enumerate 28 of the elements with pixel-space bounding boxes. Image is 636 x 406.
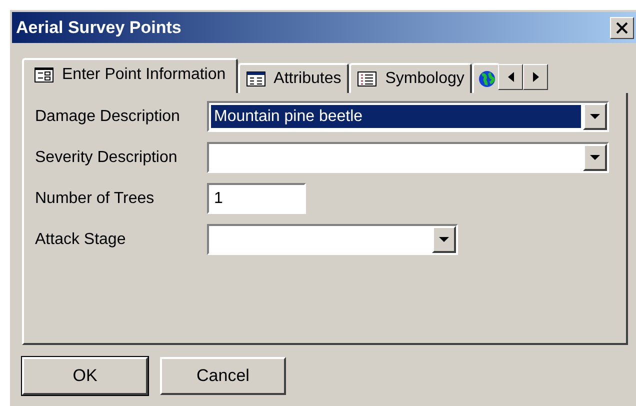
right-arrow-icon [532,72,539,82]
tab[interactable]: Enter Point Information [22,58,238,93]
form-icon [34,66,54,82]
dropdown-arrow-icon [590,114,600,119]
tab[interactable] [472,63,500,93]
table-icon [246,71,266,87]
list-icon [357,71,378,87]
close-icon [616,22,628,34]
dialog-button[interactable]: OK [22,357,148,395]
scroll-right-button[interactable] [523,64,548,90]
dropdown-field[interactable]: Mountain pine beetle [207,101,609,132]
tab[interactable]: Symbology [349,63,472,93]
input-field[interactable]: 1 [207,183,306,214]
scroll-left-button[interactable] [498,64,524,90]
dropdown-field[interactable] [207,142,609,173]
dialog-button[interactable]: Cancel [160,357,286,395]
field-label: Severity Description [35,148,178,166]
tab[interactable]: Attributes [238,63,350,93]
dropdown-field[interactable] [207,224,458,255]
dropdown-arrow-icon [590,155,600,160]
field-label: Damage Description [35,108,181,126]
window-title: Aerial Survey Points [16,18,182,38]
dropdown-arrow-icon [439,237,449,242]
field-label: Number of Trees [35,190,156,208]
left-arrow-icon [508,72,514,82]
globe-icon [478,70,496,88]
field-label: Attack Stage [35,230,127,248]
close-button[interactable] [610,16,634,38]
